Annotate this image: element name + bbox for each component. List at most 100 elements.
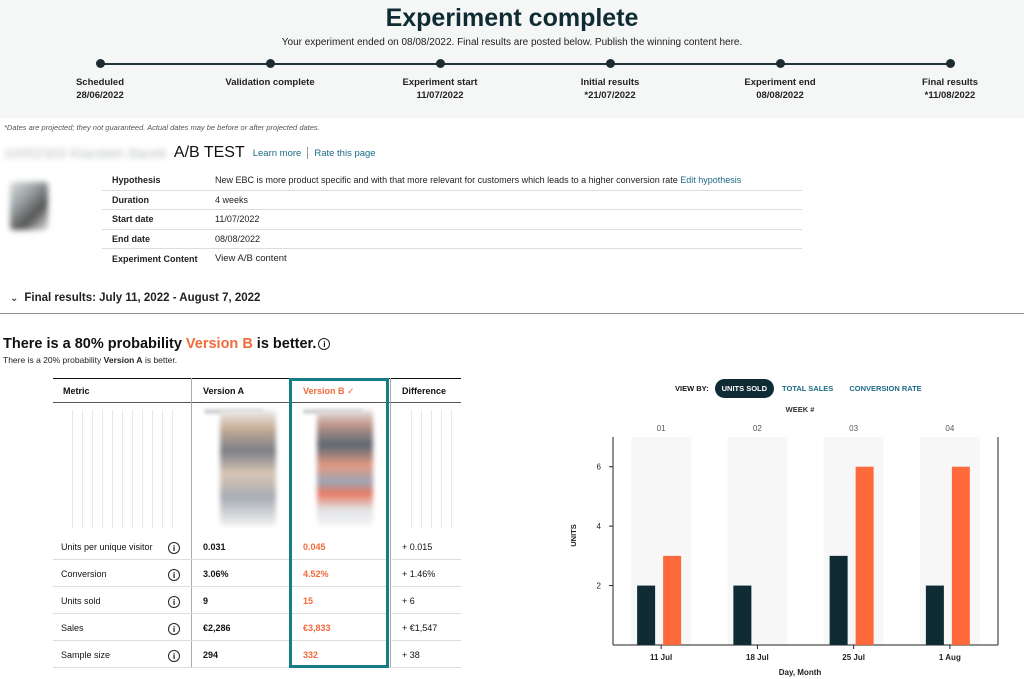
timeline-step: Final results *11/08/2022 xyxy=(880,76,1020,102)
timeline-step: Experiment end 08/08/2022 xyxy=(710,76,850,102)
version-a-value: €2,286 xyxy=(203,623,231,633)
view-ab-content-link[interactable]: View A/B content xyxy=(215,253,287,264)
table-row: Sales €2,286 €3,833 + €1,547 i xyxy=(53,614,461,641)
info-key: Duration xyxy=(112,194,149,205)
x-tick-label: 11 Jul xyxy=(650,653,672,662)
header-version-a: Version A xyxy=(203,386,245,396)
probability-headline: There is a 80% probability Version B is … xyxy=(3,336,331,352)
info-key: Start date xyxy=(112,214,154,225)
difference-value: + 6 xyxy=(402,596,415,606)
timeline-step: Scheduled 28/06/2022 xyxy=(30,76,170,102)
info-row-content: Experiment Content View A/B content xyxy=(102,249,802,269)
info-key: Hypothesis xyxy=(112,175,161,186)
rate-page-link[interactable]: Rate this page xyxy=(314,148,375,159)
x-tick-label: 1 Aug xyxy=(939,653,961,662)
table-row: Units sold 9 15 + 6 i xyxy=(53,587,461,614)
prob-suffix: is better. xyxy=(256,336,317,352)
info-row-duration: Duration 4 weeks xyxy=(102,191,802,210)
final-results-title: Final results: July 11, 2022 - August 7,… xyxy=(24,292,261,304)
dates-note: *Dates are projected; they not guarantee… xyxy=(4,123,320,132)
difference-value: + 1.46% xyxy=(402,569,436,579)
version-b-value: 332 xyxy=(303,650,319,660)
table-row: Units per unique visitor 0.031 0.045 + 0.01… xyxy=(53,533,461,560)
info-row-end-date: End date 08/08/2022 xyxy=(102,230,802,249)
week-number-label: 02 xyxy=(753,424,762,433)
check-icon: ✓ xyxy=(347,386,355,396)
experiment-info-table: Hypothesis New EBC is more product speci… xyxy=(102,171,802,269)
timeline-dot xyxy=(435,59,445,68)
bar-version-b xyxy=(663,555,682,645)
timeline-dot xyxy=(95,59,105,68)
timeline-dot xyxy=(775,59,785,68)
info-key: Experiment Content xyxy=(112,253,198,264)
timeline-track xyxy=(100,63,950,65)
timeline-dot xyxy=(605,59,615,68)
version-b-value: 0.045 xyxy=(303,542,326,552)
header-metric: Metric xyxy=(63,386,90,396)
version-a-value: 3.06% xyxy=(203,569,229,579)
version-b-value: €3,833 xyxy=(303,623,331,633)
version-a-value: 9 xyxy=(203,596,209,606)
timeline-step-date: 28/06/2022 xyxy=(76,90,124,101)
metric-name: Units sold xyxy=(61,596,101,606)
timeline-step-label: Experiment end xyxy=(744,77,816,88)
version-b-value: 15 xyxy=(303,596,314,606)
info-value: 11/07/2022 xyxy=(215,214,260,225)
y-tick-label: 6 xyxy=(597,463,602,472)
product-thumbnail xyxy=(10,182,48,230)
week-number-label: 03 xyxy=(849,424,858,433)
bar-version-a xyxy=(829,555,848,645)
version-b-label: Version B xyxy=(303,386,345,396)
difference-value: + 38 xyxy=(402,650,420,660)
metric-name: Sales xyxy=(61,623,84,633)
info-icon[interactable]: i xyxy=(318,338,331,350)
week-number-label: 01 xyxy=(657,424,666,433)
info-value: 4 weeks xyxy=(215,194,249,205)
info-icon[interactable]: i xyxy=(168,596,180,608)
metric-placeholder xyxy=(63,410,181,528)
version-a-value: 0.031 xyxy=(203,542,226,552)
metric-name: Conversion xyxy=(61,569,107,579)
y-tick-label: 2 xyxy=(597,582,602,591)
link-separator xyxy=(307,147,309,159)
info-row-start-date: Start date 11/07/2022 xyxy=(102,210,802,230)
version-b-preview[interactable] xyxy=(317,410,373,526)
timeline-step: Validation complete xyxy=(200,76,340,89)
version-a-value: 294 xyxy=(203,650,219,660)
hypothesis-text: New EBC is more product specific and wit… xyxy=(215,175,678,186)
bar-version-a xyxy=(925,585,944,645)
info-icon[interactable]: i xyxy=(168,623,180,635)
learn-more-link[interactable]: Learn more xyxy=(253,148,302,159)
x-tick-label: 18 Jul xyxy=(746,653,769,662)
timeline-step: Experiment start 11/07/2022 xyxy=(370,76,510,102)
info-row-hypothesis: Hypothesis New EBC is more product speci… xyxy=(102,171,802,191)
info-value: 08/08/2022 xyxy=(215,233,261,244)
bar-chart-svg: 2 4 6 11 Jul 01 18 Jul 02 25 Jul 03 1 Aug 04 xyxy=(597,424,999,662)
info-icon[interactable]: i xyxy=(168,542,180,554)
timeline-step-label: Experiment start xyxy=(402,77,478,88)
prob-prefix: There is a 80% probability xyxy=(3,336,182,352)
difference-value: + €1,547 xyxy=(402,623,438,633)
info-icon[interactable]: i xyxy=(168,569,180,581)
probability-subline: There is a 20% probability Version A is … xyxy=(3,355,177,365)
bar-version-b xyxy=(951,466,970,645)
metrics-header-row: Metric Version A Version B ✓ Difference xyxy=(53,378,461,403)
final-results-toggle[interactable]: ⌄ Final results: July 11, 2022 - August … xyxy=(10,292,260,304)
sub-version: Version A xyxy=(103,355,143,365)
product-name: 10052303 Klarstein Barett xyxy=(4,145,166,161)
table-row: Conversion 3.06% 4.52% + 1.46% i xyxy=(53,560,461,587)
timeline-step-date: 11/07/2022 xyxy=(416,90,464,101)
timeline-step: Initial results *21/07/2022 xyxy=(540,76,680,102)
timeline-step-date: *11/08/2022 xyxy=(924,90,976,101)
edit-hypothesis-link[interactable]: Edit hypothesis xyxy=(680,175,741,185)
timeline-step-label: Final results xyxy=(922,77,978,88)
bar-version-a xyxy=(733,585,752,645)
ab-test-title: A/B TEST xyxy=(173,144,245,161)
version-a-preview[interactable] xyxy=(220,410,276,526)
y-tick-label: 4 xyxy=(597,522,602,531)
prob-version: Version B xyxy=(185,336,253,352)
timeline-step-date: 08/08/2022 xyxy=(756,90,804,101)
info-icon[interactable]: i xyxy=(168,650,180,662)
timeline-dot xyxy=(945,59,955,68)
header-version-b: Version B ✓ xyxy=(303,386,355,397)
